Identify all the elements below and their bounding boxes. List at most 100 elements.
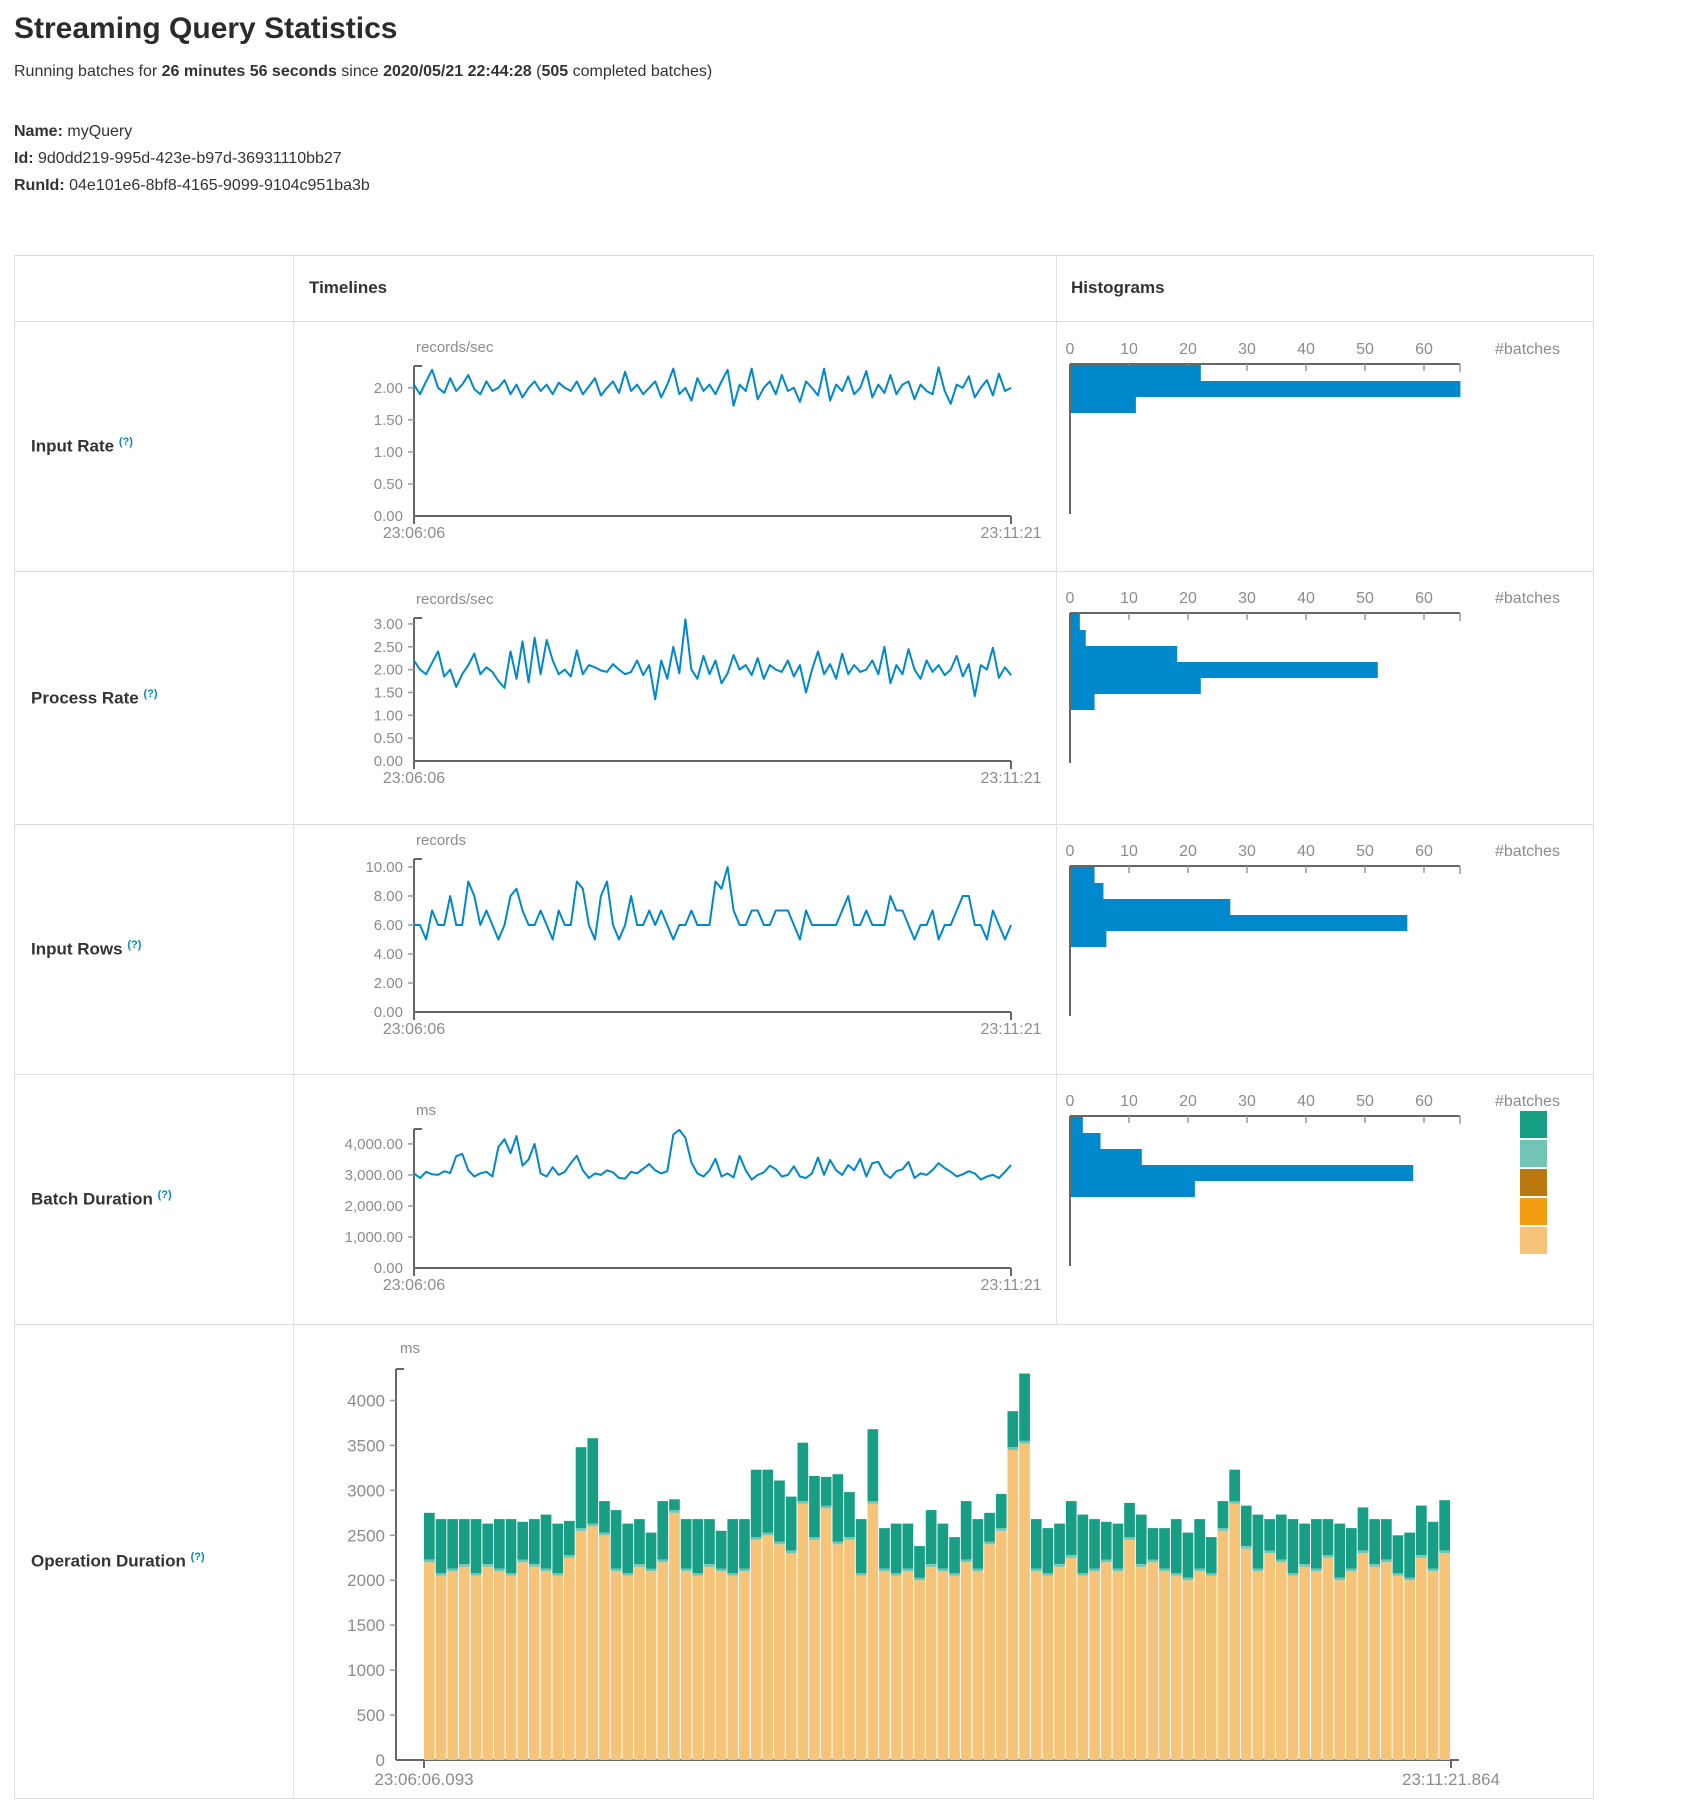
svg-text:60: 60: [1415, 341, 1433, 358]
svg-text:#batches: #batches: [1495, 1093, 1560, 1110]
svg-text:23:06:06: 23:06:06: [383, 770, 445, 787]
svg-text:0: 0: [376, 1751, 385, 1770]
svg-text:40: 40: [1297, 1093, 1315, 1110]
row-label-input-rows: Input Rows (?): [31, 939, 286, 960]
svg-text:10: 10: [1120, 843, 1138, 860]
svg-text:#batches: #batches: [1495, 843, 1560, 860]
process-rate-help-link[interactable]: (?): [143, 688, 157, 700]
svg-text:ms: ms: [400, 1340, 420, 1357]
svg-text:records/sec: records/sec: [416, 339, 494, 356]
svg-text:#batches: #batches: [1495, 341, 1560, 358]
svg-text:1.00: 1.00: [374, 444, 403, 461]
svg-text:4.00: 4.00: [374, 946, 403, 963]
svg-text:8.00: 8.00: [374, 888, 403, 905]
svg-text:3,000.00: 3,000.00: [345, 1167, 403, 1184]
svg-text:1.50: 1.50: [374, 684, 403, 701]
svg-text:4000: 4000: [347, 1391, 385, 1410]
svg-text:records/sec: records/sec: [416, 591, 494, 608]
svg-text:30: 30: [1238, 590, 1256, 607]
svg-text:50: 50: [1356, 590, 1374, 607]
svg-text:0: 0: [1066, 1093, 1075, 1110]
input-rows-histogram-chart: 0102030405060#batches: [941, 824, 1595, 1074]
svg-text:60: 60: [1415, 843, 1433, 860]
query-runid-line: RunId: 04e101e6-8bf8-4165-9099-9104c951b…: [14, 172, 370, 199]
svg-text:40: 40: [1297, 341, 1315, 358]
svg-text:60: 60: [1415, 1093, 1433, 1110]
svg-text:0: 0: [1066, 341, 1075, 358]
query-name-value: myQuery: [67, 123, 132, 140]
svg-text:0.00: 0.00: [374, 753, 403, 770]
svg-text:1000: 1000: [347, 1661, 385, 1680]
svg-text:23:06:06: 23:06:06: [383, 525, 445, 542]
svg-text:ms: ms: [416, 1102, 436, 1119]
svg-text:30: 30: [1238, 341, 1256, 358]
svg-text:20: 20: [1179, 590, 1197, 607]
start-time: 2020/05/21 22:44:28: [383, 63, 532, 80]
svg-text:10: 10: [1120, 341, 1138, 358]
batch-duration-help-link[interactable]: (?): [158, 1189, 172, 1201]
process-rate-histogram-chart: 0102030405060#batches: [941, 571, 1595, 824]
operation-duration-help-link[interactable]: (?): [191, 1551, 205, 1563]
operation-duration-chart: ms0500100015002000250030003500400023:06:…: [341, 1324, 1601, 1798]
svg-text:3000: 3000: [347, 1481, 385, 1500]
svg-text:2.50: 2.50: [374, 639, 403, 656]
svg-text:40: 40: [1297, 843, 1315, 860]
svg-text:23:06:06.093: 23:06:06.093: [374, 1770, 473, 1789]
svg-text:0: 0: [1066, 843, 1075, 860]
query-runid-value: 04e101e6-8bf8-4165-9099-9104c951ba3b: [69, 177, 370, 194]
svg-text:0.00: 0.00: [374, 1004, 403, 1021]
svg-text:50: 50: [1356, 843, 1374, 860]
row-label-input-rate: Input Rate (?): [31, 436, 286, 457]
legend-swatch: [1520, 1111, 1547, 1138]
svg-text:50: 50: [1356, 1093, 1374, 1110]
svg-text:2.00: 2.00: [374, 380, 403, 397]
svg-text:10: 10: [1120, 590, 1138, 607]
svg-text:0.00: 0.00: [374, 1260, 403, 1277]
input-rows-help-link[interactable]: (?): [127, 939, 141, 951]
completed-batches-count: 505: [541, 63, 568, 80]
query-name-line: Name: myQuery: [14, 118, 370, 145]
svg-text:20: 20: [1179, 1093, 1197, 1110]
svg-text:0.50: 0.50: [374, 476, 403, 493]
running-duration: 26 minutes 56 seconds: [162, 63, 337, 80]
svg-text:23:11:21.864: 23:11:21.864: [1402, 1770, 1500, 1789]
svg-text:records: records: [416, 832, 466, 849]
row-label-batch-duration: Batch Duration (?): [31, 1189, 286, 1210]
column-header-timelines: Timelines: [309, 278, 387, 298]
svg-text:2.00: 2.00: [374, 662, 403, 679]
query-id-value: 9d0dd219-995d-423e-b97d-36931110bb27: [38, 150, 342, 167]
svg-text:23:06:06: 23:06:06: [383, 1277, 445, 1294]
svg-text:500: 500: [357, 1706, 385, 1725]
legend-swatch: [1520, 1198, 1547, 1225]
batch-duration-timeline-chart: ms 0.00 1,000.00 2,000.00 3,000.00 4,000.00 23…: [341, 1074, 1041, 1324]
svg-text:40: 40: [1297, 590, 1315, 607]
svg-text:2,000.00: 2,000.00: [345, 1198, 403, 1215]
svg-text:2.00: 2.00: [374, 975, 403, 992]
svg-text:1500: 1500: [347, 1616, 385, 1635]
svg-text:#batches: #batches: [1495, 590, 1560, 607]
column-header-histograms: Histograms: [1071, 278, 1165, 298]
streaming-query-statistics-page: Streaming Query Statistics Running batch…: [0, 0, 1693, 1820]
process-rate-timeline-chart: records/sec0.000.501.001.502.002.503.002…: [341, 571, 1041, 824]
svg-text:60: 60: [1415, 590, 1433, 607]
svg-text:6.00: 6.00: [374, 917, 403, 934]
svg-text:30: 30: [1238, 843, 1256, 860]
svg-text:10.00: 10.00: [365, 859, 403, 876]
input-rate-help-link[interactable]: (?): [119, 436, 133, 448]
svg-text:10: 10: [1120, 1093, 1138, 1110]
svg-text:1.50: 1.50: [374, 412, 403, 429]
svg-text:30: 30: [1238, 1093, 1256, 1110]
query-id-line: Id: 9d0dd219-995d-423e-b97d-36931110bb27: [14, 145, 370, 172]
svg-text:0.00: 0.00: [374, 508, 403, 525]
svg-text:20: 20: [1179, 341, 1197, 358]
svg-text:3.00: 3.00: [374, 616, 403, 633]
svg-text:2000: 2000: [347, 1571, 385, 1590]
running-batches-summary: Running batches for 26 minutes 56 second…: [14, 63, 712, 81]
input-rows-timeline-chart: records0.002.004.006.008.0010.0023:06:06…: [341, 824, 1041, 1074]
svg-text:3500: 3500: [347, 1436, 385, 1455]
svg-text:1,000.00: 1,000.00: [345, 1229, 403, 1246]
operation-duration-legend: [1520, 1111, 1547, 1256]
legend-swatch: [1520, 1169, 1547, 1196]
legend-swatch: [1520, 1227, 1547, 1254]
svg-text:4,000.00: 4,000.00: [345, 1136, 403, 1153]
